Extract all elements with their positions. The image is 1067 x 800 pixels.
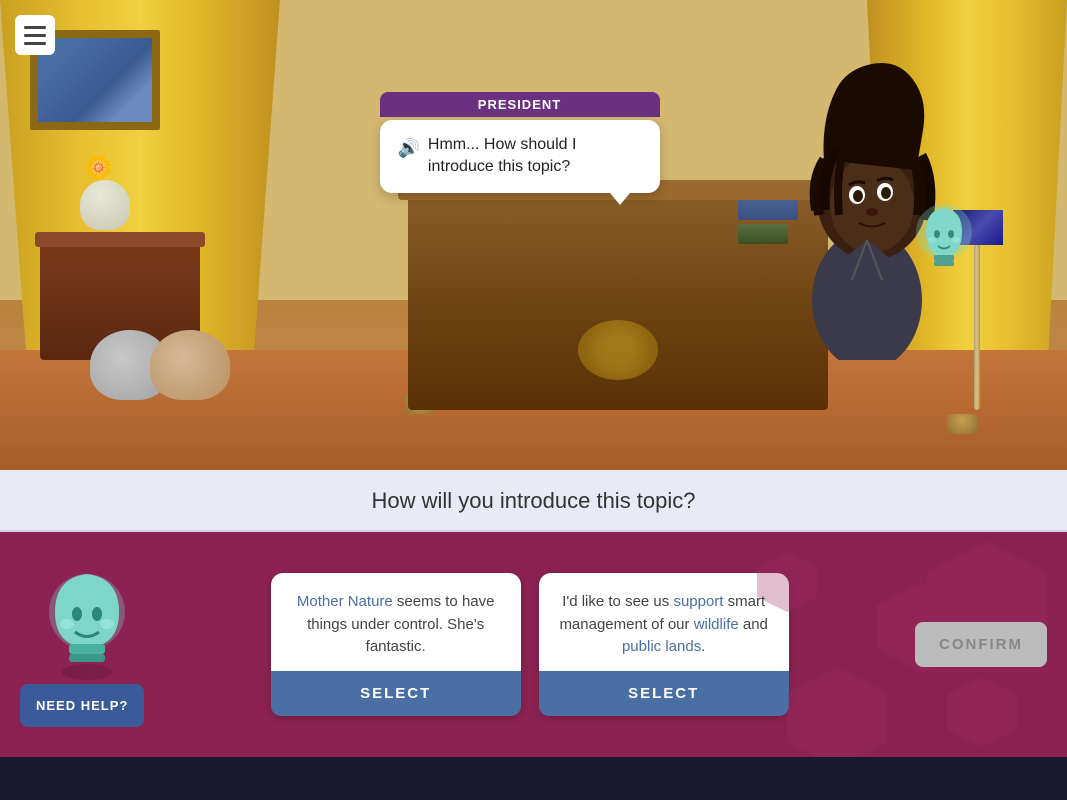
hex-3: [947, 677, 1017, 747]
flag-pole-base-right: [947, 414, 977, 434]
choice-text-2: I'd like to see us support smart managem…: [555, 591, 773, 659]
menu-bar-2: [24, 34, 46, 37]
menu-bar-1: [24, 26, 46, 29]
speech-bubble: PRESIDENT 🔊 Hmm... How should I introduc…: [380, 120, 660, 193]
need-help-button[interactable]: NEED HELP?: [20, 684, 144, 727]
audience-head-2: [150, 330, 230, 400]
sound-icon[interactable]: 🔊: [398, 136, 420, 161]
mascot-hint-scene: [912, 200, 977, 280]
speech-content: Hmm... How should I introduce this topic…: [428, 134, 642, 179]
help-section: NEED HELP?: [20, 562, 144, 727]
desk-emblem: [578, 320, 658, 380]
mascot-scene-svg: [912, 200, 977, 280]
choice-card-1: Mother Nature seems to have things under…: [271, 573, 521, 716]
choice-2-link-support[interactable]: support: [673, 593, 723, 610]
game-scene: 🌼: [0, 0, 1067, 470]
choice-card-2: I'd like to see us support smart managem…: [539, 573, 789, 716]
flowers-icon: 🌼: [85, 155, 112, 181]
side-table-top: [35, 232, 205, 247]
choices-container: Mother Nature seems to have things under…: [164, 573, 895, 716]
menu-bar-3: [24, 42, 46, 45]
choice-1-link-nature[interactable]: Mother Nature: [297, 593, 393, 610]
select-button-2[interactable]: SELECT: [539, 671, 789, 716]
confirm-section: CONFIRM: [915, 622, 1047, 667]
speaker-label: PRESIDENT: [380, 92, 660, 117]
choice-2-link-wildlife[interactable]: wildlife: [694, 616, 739, 633]
mascot-hint-choices: [37, 562, 137, 672]
confirm-button[interactable]: CONFIRM: [915, 622, 1047, 667]
audience: [100, 330, 230, 400]
vase: [80, 180, 130, 230]
choice-text-1: Mother Nature seems to have things under…: [287, 591, 505, 659]
choices-panel: NEED HELP? Mother Nature seems to have t…: [0, 532, 1067, 757]
presidential-desk: [408, 190, 828, 410]
question-panel: How will you introduce this topic?: [0, 470, 1067, 532]
speech-text: 🔊 Hmm... How should I introduce this top…: [398, 134, 642, 179]
select-button-1[interactable]: SELECT: [271, 671, 521, 716]
menu-button[interactable]: [15, 15, 55, 55]
mascot-choices-svg: [37, 562, 137, 682]
choice-2-link-public-lands[interactable]: public lands: [622, 638, 701, 655]
question-text: How will you introduce this topic?: [20, 488, 1047, 514]
